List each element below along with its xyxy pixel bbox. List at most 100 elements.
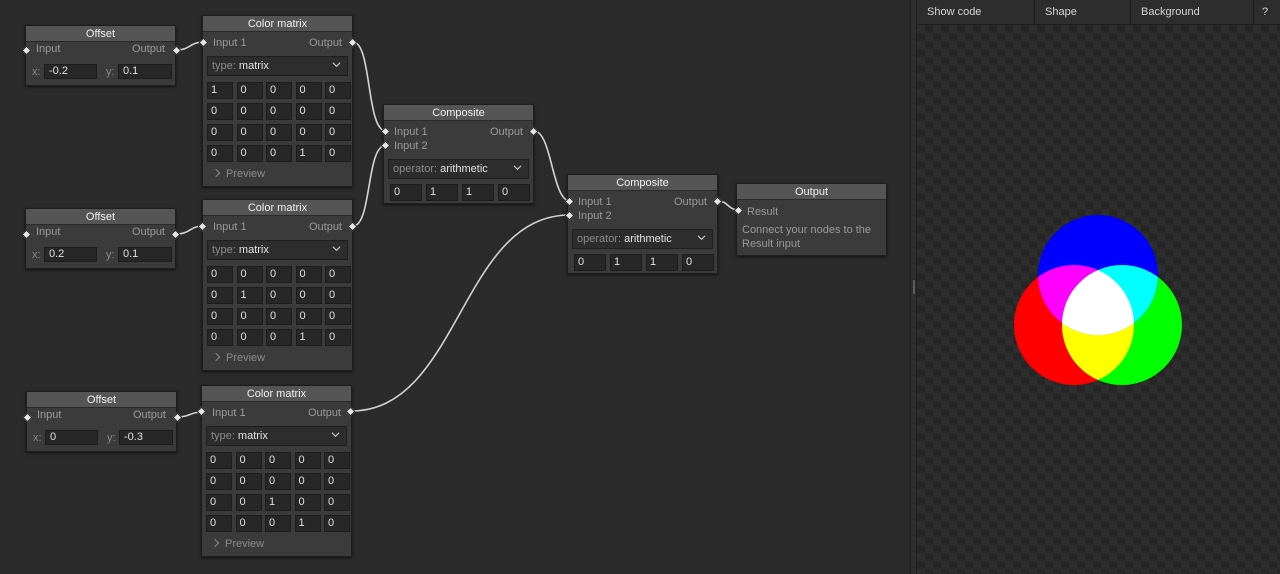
x-input[interactable]: -0.2 [44, 64, 97, 79]
shape-button[interactable]: Shape [1035, 0, 1131, 25]
composite-node-1[interactable]: Composite Input 1 Output Input 2 operato… [383, 104, 534, 204]
matrix-cell[interactable]: 0 [207, 308, 233, 325]
matrix-cell[interactable]: 1 [295, 145, 322, 162]
y-input[interactable]: -0.3 [119, 430, 173, 445]
matrix-cell[interactable]: 0 [295, 82, 322, 99]
matrix-cell[interactable]: 0 [294, 494, 321, 511]
matrix-cell[interactable]: 0 [295, 308, 322, 325]
node-title[interactable]: Offset [27, 392, 176, 408]
matrix-cell[interactable]: 0 [325, 145, 351, 162]
matrix-cell[interactable]: 0 [207, 124, 233, 141]
preview-canvas[interactable] [917, 25, 1280, 574]
matrix-cell[interactable]: 1 [294, 515, 321, 532]
matrix-cell[interactable]: 0 [295, 266, 322, 283]
background-button[interactable]: Background [1131, 0, 1254, 25]
offset-node-1[interactable]: Offset Input Output x: -0.2 y: 0.1 [25, 25, 176, 86]
preview-toggle[interactable]: Preview [211, 351, 265, 365]
type-select[interactable]: type: matrix [207, 56, 348, 76]
offset-node-2[interactable]: Offset Input Output x: 0.2 y: 0.1 [25, 208, 176, 269]
output-node[interactable]: Output Result Connect your nodes to the … [736, 183, 887, 256]
k1-input[interactable]: 0 [574, 254, 606, 271]
node-title[interactable]: Output [737, 184, 886, 200]
composite-node-2[interactable]: Composite Input 1 Output Input 2 operato… [567, 174, 718, 274]
operator-select[interactable]: operator: arithmetic [572, 229, 713, 249]
matrix-cell[interactable]: 1 [265, 494, 291, 511]
matrix-cell[interactable]: 0 [265, 473, 291, 490]
matrix-cell[interactable]: 0 [236, 124, 263, 141]
matrix-cell[interactable]: 1 [236, 287, 263, 304]
offset-node-3[interactable]: Offset Input Output x: 0 y: -0.3 [26, 391, 177, 452]
k4-input[interactable]: 0 [682, 254, 714, 271]
matrix-cell[interactable]: 0 [265, 515, 291, 532]
node-title[interactable]: Color matrix [202, 386, 351, 402]
matrix-cell[interactable]: 0 [207, 329, 233, 346]
k3-input[interactable]: 1 [646, 254, 678, 271]
k2-input[interactable]: 1 [426, 184, 458, 201]
matrix-cell[interactable]: 0 [236, 82, 263, 99]
matrix-cell[interactable]: 0 [207, 266, 233, 283]
matrix-cell[interactable]: 0 [325, 124, 351, 141]
matrix-cell[interactable]: 0 [325, 103, 351, 120]
matrix-cell[interactable]: 0 [235, 515, 262, 532]
node-editor[interactable]: Offset Input Output x: -0.2 y: 0.1 Offse… [0, 0, 910, 574]
matrix-cell[interactable]: 0 [325, 266, 351, 283]
matrix-cell[interactable]: 0 [265, 452, 291, 469]
matrix-cell[interactable]: 0 [235, 494, 262, 511]
matrix-cell[interactable]: 0 [236, 266, 263, 283]
matrix-cell[interactable]: 0 [236, 103, 263, 120]
help-button[interactable]: ? [1254, 0, 1280, 25]
type-select[interactable]: type: matrix [207, 240, 348, 260]
color-matrix-node-1[interactable]: Color matrix Input 1 Output type: matrix… [202, 15, 353, 187]
preview-toggle[interactable]: Preview [211, 167, 265, 181]
splitter-grip[interactable] [913, 280, 915, 294]
node-title[interactable]: Offset [26, 209, 175, 225]
matrix-cell[interactable]: 0 [266, 287, 292, 304]
matrix-cell[interactable]: 0 [325, 308, 351, 325]
matrix-cell[interactable]: 0 [324, 473, 350, 490]
matrix-cell[interactable]: 0 [294, 452, 321, 469]
matrix-cell[interactable]: 0 [325, 82, 351, 99]
matrix-cell[interactable]: 1 [207, 82, 233, 99]
matrix-cell[interactable]: 0 [206, 494, 232, 511]
matrix-cell[interactable]: 0 [266, 103, 292, 120]
matrix-cell[interactable]: 0 [295, 124, 322, 141]
matrix-cell[interactable]: 0 [325, 329, 351, 346]
matrix-cell[interactable]: 0 [235, 473, 262, 490]
show-code-button[interactable]: Show code [917, 0, 1035, 25]
matrix-cell[interactable]: 0 [324, 515, 350, 532]
matrix-cell[interactable]: 0 [266, 124, 292, 141]
y-input[interactable]: 0.1 [118, 247, 172, 262]
matrix-cell[interactable]: 0 [266, 329, 292, 346]
matrix-cell[interactable]: 0 [236, 329, 263, 346]
color-matrix-node-2[interactable]: Color matrix Input 1 Output type: matrix… [202, 199, 353, 371]
matrix-cell[interactable]: 0 [295, 287, 322, 304]
matrix-cell[interactable]: 0 [235, 452, 262, 469]
y-input[interactable]: 0.1 [118, 64, 172, 79]
matrix-cell[interactable]: 0 [206, 515, 232, 532]
matrix-cell[interactable]: 0 [236, 145, 263, 162]
matrix-cell[interactable]: 0 [266, 145, 292, 162]
matrix-cell[interactable]: 0 [324, 494, 350, 511]
color-matrix-node-3[interactable]: Color matrix Input 1 Output type: matrix… [201, 385, 352, 557]
node-title[interactable]: Composite [568, 175, 717, 191]
matrix-cell[interactable]: 0 [266, 82, 292, 99]
matrix-cell[interactable]: 0 [207, 145, 233, 162]
matrix-cell[interactable]: 1 [295, 329, 322, 346]
matrix-cell[interactable]: 0 [325, 287, 351, 304]
matrix-cell[interactable]: 0 [266, 308, 292, 325]
node-title[interactable]: Color matrix [203, 200, 352, 216]
k2-input[interactable]: 1 [610, 254, 642, 271]
type-select[interactable]: type: matrix [206, 426, 347, 446]
k3-input[interactable]: 1 [462, 184, 494, 201]
matrix-cell[interactable]: 0 [206, 452, 232, 469]
matrix-cell[interactable]: 0 [207, 103, 233, 120]
operator-select[interactable]: operator: arithmetic [388, 159, 529, 179]
matrix-cell[interactable]: 0 [294, 473, 321, 490]
k4-input[interactable]: 0 [498, 184, 530, 201]
node-title[interactable]: Offset [26, 26, 175, 42]
matrix-cell[interactable]: 0 [295, 103, 322, 120]
matrix-cell[interactable]: 0 [207, 287, 233, 304]
k1-input[interactable]: 0 [390, 184, 422, 201]
preview-toggle[interactable]: Preview [210, 537, 264, 551]
matrix-cell[interactable]: 0 [236, 308, 263, 325]
